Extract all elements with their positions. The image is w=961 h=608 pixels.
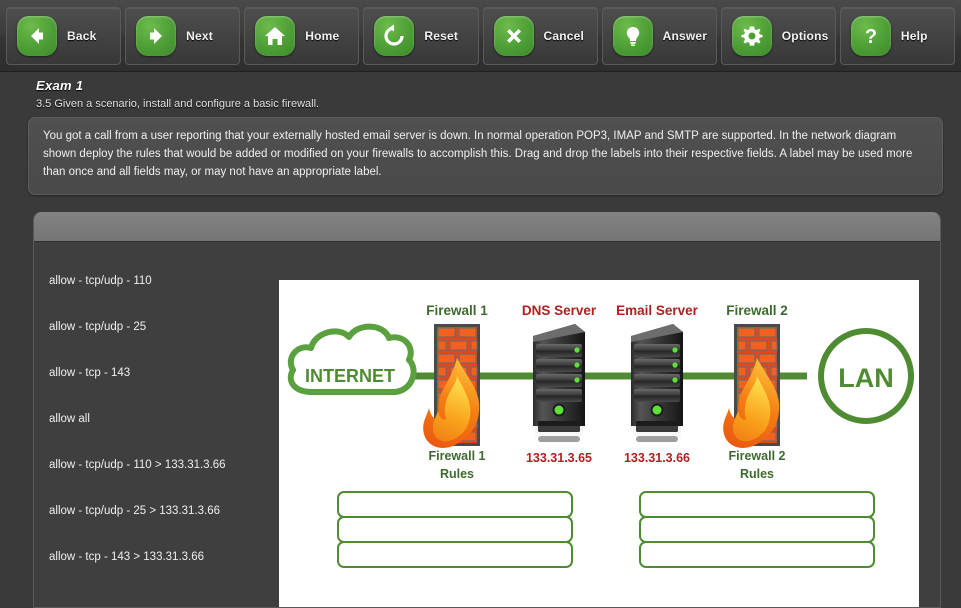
help-button-label: Help xyxy=(900,29,928,43)
firewall-2-drop-zones xyxy=(639,491,875,568)
exam-header: Exam 1 3.5 Given a scenario, install and… xyxy=(0,72,961,112)
server-tower-icon xyxy=(631,324,683,446)
dns-server-ip: 133.31.3.65 xyxy=(526,451,592,465)
firewall-2-rules-caption-line1: Firewall 2 xyxy=(729,449,786,463)
question-mark-icon: ? xyxy=(850,16,891,56)
list-item[interactable]: allow - tcp/udp - 110 > 133.31.3.66 xyxy=(49,458,279,504)
label-bank: allow - tcp/udp - 110 allow - tcp/udp - … xyxy=(34,242,279,607)
firewall-2-node: Firewall 2 Firewall 2 Rules xyxy=(723,303,788,481)
scenario-text: You got a call from a user reporting tha… xyxy=(43,130,913,178)
list-item[interactable]: allow - tcp/udp - 110 xyxy=(49,274,279,320)
firewall-1-drop-zone-3[interactable] xyxy=(337,541,573,568)
firewall-2-label: Firewall 2 xyxy=(726,303,788,318)
firewall-1-node: Firewall 1 Firewall 1 Rules xyxy=(423,303,488,481)
email-server-label: Email Server xyxy=(616,303,699,318)
exam-objective: 3.5 Given a scenario, install and config… xyxy=(36,98,320,110)
firewall-1-drop-zone-1[interactable] xyxy=(337,491,573,518)
firewall-1-rules-caption-line1: Firewall 1 xyxy=(429,449,486,463)
answer-button-label: Answer xyxy=(662,29,708,43)
back-button[interactable]: Back xyxy=(6,7,122,65)
back-button-label: Back xyxy=(67,29,97,43)
email-server-ip: 133.31.3.66 xyxy=(624,451,690,465)
email-server-node: Email Server 133.31.3.66 xyxy=(616,303,699,465)
internet-cloud-node: INTERNET xyxy=(287,323,417,395)
internet-label: INTERNET xyxy=(305,366,395,386)
list-item[interactable]: allow all xyxy=(49,412,279,458)
list-item[interactable]: allow - tcp - 143 > 133.31.3.66 xyxy=(49,550,279,596)
close-x-icon xyxy=(493,16,534,56)
arrow-right-icon xyxy=(136,16,177,56)
next-button[interactable]: Next xyxy=(125,7,241,65)
answer-button[interactable]: Answer xyxy=(601,7,717,65)
firewall-1-drop-zones xyxy=(337,491,573,568)
main-toolbar: Back Next Home Reset Cancel Answer Optio… xyxy=(0,0,961,72)
help-button[interactable]: ? Help xyxy=(839,7,955,65)
server-tower-icon xyxy=(533,324,585,446)
gear-icon xyxy=(731,16,772,56)
lan-label: LAN xyxy=(838,363,894,393)
lightbulb-icon xyxy=(612,16,653,56)
dns-server-label: DNS Server xyxy=(522,303,597,318)
firewall-1-rules-caption-line2: Rules xyxy=(440,467,474,481)
scenario-panel: You got a call from a user reporting tha… xyxy=(28,117,943,195)
lan-node: LAN xyxy=(818,328,914,424)
firewall-1-drop-zone-2[interactable] xyxy=(337,516,573,543)
svg-text:?: ? xyxy=(865,26,877,48)
firewall-2-drop-zone-1[interactable] xyxy=(639,491,875,518)
firewall-2-rules-caption-line2: Rules xyxy=(740,467,774,481)
next-button-label: Next xyxy=(186,29,213,43)
exam-title: Exam 1 xyxy=(36,78,84,93)
question-workspace-panel: allow - tcp/udp - 110 allow - tcp/udp - … xyxy=(33,212,941,608)
reset-button-label: Reset xyxy=(424,29,459,43)
home-button-label: Home xyxy=(305,29,340,43)
dns-server-node: DNS Server 133.31.3.65 xyxy=(522,303,597,465)
list-item[interactable]: allow - tcp - 143 xyxy=(49,366,279,412)
list-item[interactable]: allow - tcp/udp - 25 > 133.31.3.66 xyxy=(49,504,279,550)
reset-button[interactable]: Reset xyxy=(363,7,479,65)
cancel-button-label: Cancel xyxy=(543,29,585,43)
firewall-1-label: Firewall 1 xyxy=(426,303,488,318)
cancel-button[interactable]: Cancel xyxy=(482,7,598,65)
workspace-titlebar xyxy=(34,212,940,242)
home-button[interactable]: Home xyxy=(244,7,360,65)
workspace-body: allow - tcp/udp - 110 allow - tcp/udp - … xyxy=(34,242,940,607)
refresh-icon xyxy=(374,16,415,56)
firewall-2-drop-zone-3[interactable] xyxy=(639,541,875,568)
network-diagram: INTERNET Firewall 1 Firewall 1 Rules DNS… xyxy=(279,280,919,607)
firewall-2-drop-zone-2[interactable] xyxy=(639,516,875,543)
list-item[interactable]: allow - tcp/udp - 25 xyxy=(49,320,279,366)
home-icon xyxy=(255,16,296,56)
options-button[interactable]: Options xyxy=(720,7,836,65)
options-button-label: Options xyxy=(781,29,829,43)
arrow-left-icon xyxy=(17,16,57,56)
